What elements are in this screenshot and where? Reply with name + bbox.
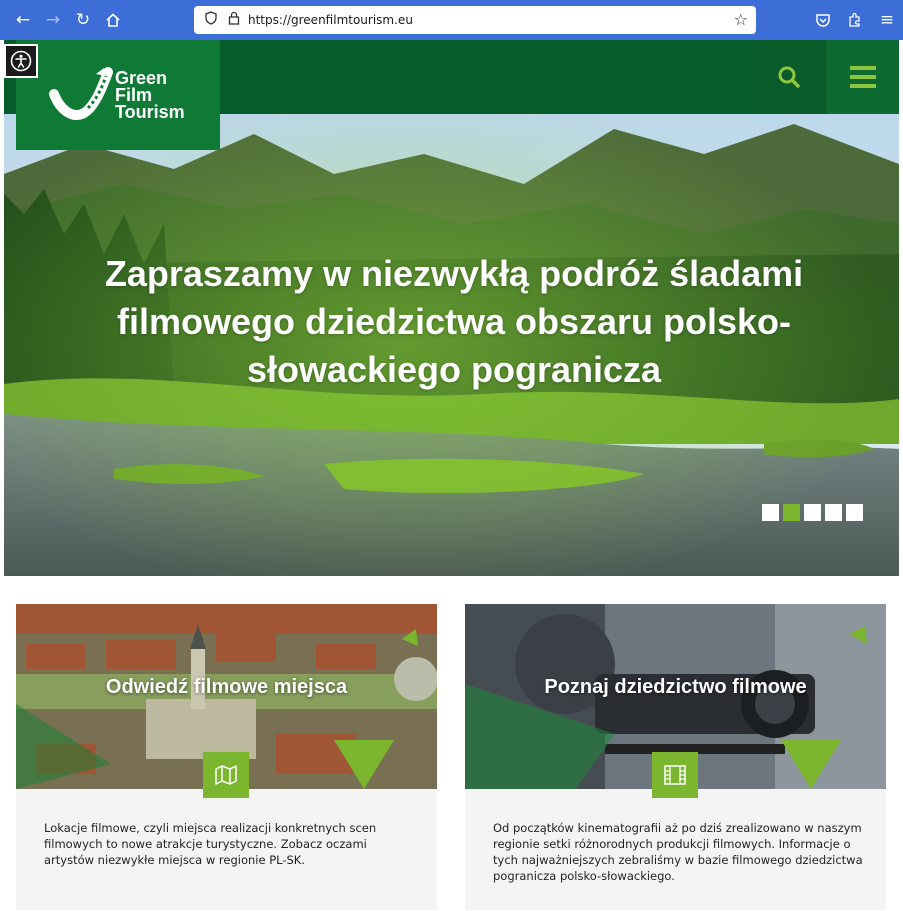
browser-toolbar: ← → ↻ https://greenfilmtourism.eu ☆ ≡ (0, 0, 903, 40)
extensions-icon[interactable] (839, 5, 871, 35)
slider-dot[interactable] (846, 504, 863, 521)
forward-arrow-icon[interactable]: → (38, 5, 68, 35)
map-icon (215, 765, 237, 785)
card-title: Odwiedź filmowe miejsca (105, 676, 348, 698)
address-bar[interactable]: https://greenfilmtourism.eu ☆ (194, 6, 756, 34)
card-description: Lokacje filmowe, czyli miejsca realizacj… (44, 821, 377, 867)
slider-dot-active[interactable] (783, 504, 800, 521)
hero-slider: Zapraszamy w niezwykłą podróż śladami fi… (4, 114, 899, 576)
logo-wordmark: Green Film Tourism (115, 69, 185, 122)
home-icon[interactable] (98, 5, 128, 35)
slider-dot[interactable] (762, 504, 779, 521)
logo-line-3: Tourism (115, 102, 185, 122)
accessibility-icon[interactable] (4, 44, 38, 78)
lock-icon[interactable] (228, 11, 240, 29)
site-logo[interactable]: Green Film Tourism (16, 40, 220, 150)
pocket-icon[interactable] (807, 5, 839, 35)
slider-dot[interactable] (804, 504, 821, 521)
card-film-heritage[interactable]: Poznaj dziedzictwo filmowe Od początków … (465, 604, 886, 910)
shield-icon[interactable] (204, 11, 218, 29)
film-strip-logo-icon (49, 67, 113, 120)
film-icon (664, 765, 686, 785)
card-description: Od początków kinematografii aż po dziś z… (493, 821, 863, 883)
back-arrow-icon[interactable]: ← (8, 5, 38, 35)
film-icon-box (652, 752, 698, 798)
slider-dots (762, 504, 863, 521)
hamburger-icon (849, 66, 876, 88)
bookmark-star-icon[interactable]: ☆ (734, 10, 748, 29)
search-icon (778, 66, 800, 88)
menu-button[interactable] (826, 40, 899, 114)
map-icon-box (203, 752, 249, 798)
card-film-locations[interactable]: Odwiedź filmowe miejsca Lokacje filmowe,… (16, 604, 437, 910)
search-button[interactable] (752, 40, 826, 114)
slider-dot[interactable] (825, 504, 842, 521)
url-text: https://greenfilmtourism.eu (248, 13, 413, 27)
hero-title: Zapraszamy w niezwykłą podróż śladami fi… (104, 253, 804, 390)
reload-icon[interactable]: ↻ (68, 5, 98, 35)
card-title: Poznaj dziedzictwo filmowe (544, 676, 807, 698)
app-menu-icon[interactable]: ≡ (871, 5, 903, 35)
